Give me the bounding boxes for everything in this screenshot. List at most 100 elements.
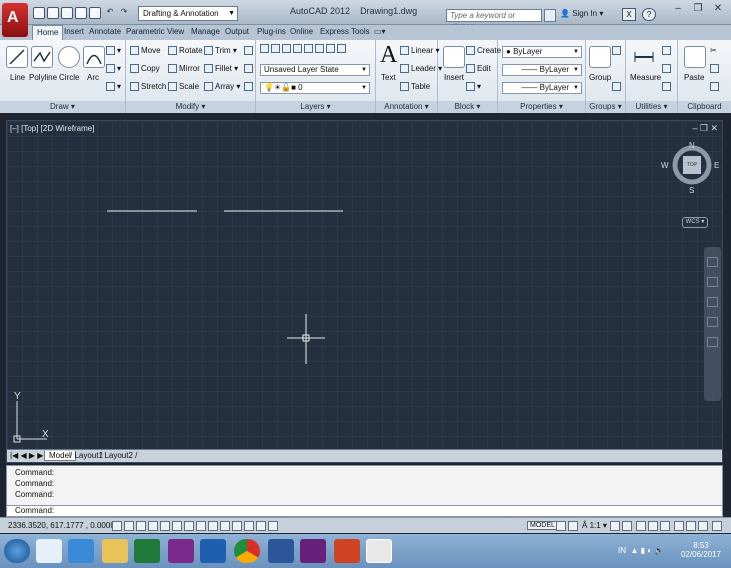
language-indicator[interactable]: IN [618, 546, 626, 555]
rectangle-icon[interactable]: ▾ [106, 46, 121, 56]
tab-manage[interactable]: Manage [191, 27, 220, 36]
line-icon[interactable] [6, 46, 28, 68]
sign-in-button[interactable]: 👤 Sign In ▾ [560, 9, 603, 18]
compass-north[interactable]: N [689, 141, 695, 150]
calculator-icon[interactable] [662, 82, 673, 92]
annotation-scale[interactable]: Å 1:1 ▾ [582, 521, 607, 530]
save-as-icon[interactable] [75, 7, 87, 19]
taskbar-clock[interactable]: 8:53 02/06/2017 [681, 541, 721, 559]
dynamic-input-icon[interactable] [220, 521, 230, 531]
block-panel-title[interactable]: Block ▾ [438, 101, 497, 113]
hardware-acceleration-icon[interactable] [660, 521, 670, 531]
dynamic-ucs-icon[interactable] [208, 521, 218, 531]
tab-output[interactable]: Output [225, 27, 249, 36]
polyline-button[interactable]: Polyline [29, 73, 57, 82]
media-player-icon[interactable] [36, 539, 62, 563]
text-icon[interactable]: A [380, 42, 397, 69]
linear-button[interactable]: Linear ▾ [400, 46, 440, 56]
draw-panel-title[interactable]: Draw ▾ [0, 101, 125, 113]
viewcube[interactable]: TOP N S E W [661, 141, 719, 195]
erase-icon[interactable] [244, 46, 255, 56]
hatch-icon[interactable]: ▾ [106, 64, 121, 74]
search-input[interactable]: Type a keyword or phrase [446, 9, 542, 31]
match-properties-icon[interactable] [710, 82, 721, 92]
arc-button[interactable]: Arc [87, 73, 99, 82]
undo-icon[interactable]: ↶ [104, 7, 116, 19]
modify-panel-title[interactable]: Modify ▾ [126, 101, 255, 113]
workspace-dropdown[interactable]: Drafting & Annotation ▼ [138, 6, 238, 21]
layer-state-dropdown[interactable]: Unsaved Layer State ▼ [260, 64, 370, 76]
layer-dropdown[interactable]: 💡☀🔓■ 0 ▼ [260, 82, 370, 94]
quick-view-layouts-icon[interactable] [556, 521, 566, 531]
command-input[interactable]: Command: [6, 505, 723, 517]
copy-clip-icon[interactable] [710, 64, 721, 74]
rotate-button[interactable]: Rotate [168, 46, 203, 56]
snap-mode-icon[interactable] [124, 521, 134, 531]
tab-view[interactable]: View [167, 27, 184, 36]
plot-icon[interactable] [89, 7, 101, 19]
auto-scale-icon[interactable] [622, 521, 632, 531]
quick-properties-icon[interactable] [256, 521, 266, 531]
group-edit-icon[interactable] [612, 82, 623, 92]
tab-home[interactable]: Home [32, 25, 64, 40]
tab-layout1[interactable]: / Layout1 [70, 451, 103, 460]
open-file-icon[interactable] [47, 7, 59, 19]
restore-icon[interactable]: ❐ [689, 3, 707, 16]
mirror-button[interactable]: Mirror [168, 64, 200, 74]
tab-plug-ins[interactable]: Plug-ins [257, 27, 286, 36]
line-button[interactable]: Line [10, 73, 25, 82]
quick-view-drawings-icon[interactable] [568, 521, 578, 531]
tab-parametric[interactable]: Parametric [126, 27, 165, 36]
group-button[interactable]: Group [589, 73, 611, 82]
file-explorer-icon[interactable] [102, 539, 128, 563]
excel-icon[interactable] [134, 539, 160, 563]
measure-icon[interactable] [633, 46, 655, 68]
chrome-icon[interactable] [234, 539, 260, 563]
table-button[interactable]: Table [400, 82, 430, 92]
edit-block-button[interactable]: Edit [466, 64, 491, 74]
object-snap-tracking-icon[interactable] [196, 521, 206, 531]
compass-west[interactable]: W [661, 161, 669, 170]
search-icon[interactable] [544, 9, 556, 22]
workspace-switching-icon[interactable] [636, 521, 646, 531]
start-button[interactable] [4, 539, 30, 563]
circle-button[interactable]: Circle [59, 73, 79, 82]
paste-icon[interactable] [684, 46, 706, 68]
save-icon[interactable] [61, 7, 73, 19]
steering-wheel-icon[interactable] [707, 257, 718, 267]
arc-icon[interactable] [83, 46, 105, 68]
ortho-mode-icon[interactable] [148, 521, 158, 531]
fillet-button[interactable]: Fillet ▾ [204, 64, 238, 74]
navigation-bar[interactable] [704, 247, 721, 401]
cut-icon[interactable]: ✂ [710, 46, 717, 55]
new-file-icon[interactable] [33, 7, 45, 19]
redo-icon[interactable]: ↷ [118, 7, 130, 19]
clipboard-panel-title[interactable]: Clipboard [678, 101, 731, 113]
measure-button[interactable]: Measure [630, 73, 661, 82]
region-icon[interactable]: ▾ [106, 82, 121, 92]
viewcube-top-face[interactable]: TOP [683, 156, 701, 174]
lock-icon[interactable] [648, 521, 658, 531]
3d-osnap-icon[interactable] [184, 521, 194, 531]
transparency-icon[interactable] [244, 521, 254, 531]
system-tray[interactable]: IN ▲ ▮ ◐ 🔈 [618, 546, 664, 555]
clean-screen-icon[interactable] [698, 521, 708, 531]
minimize-icon[interactable]: – [669, 3, 687, 16]
help-icon[interactable]: ? [642, 8, 656, 21]
powerpoint-icon[interactable] [334, 539, 360, 563]
selection-cycling-icon[interactable] [268, 521, 278, 531]
select-all-icon[interactable] [662, 64, 673, 74]
color-dropdown[interactable]: ● ByLayer ▼ [502, 46, 582, 58]
orbit-icon[interactable] [707, 317, 718, 327]
groups-panel-title[interactable]: Groups ▾ [586, 101, 625, 113]
application-menu-button[interactable]: A [2, 3, 28, 37]
fullscreen-icon[interactable] [712, 521, 722, 531]
copy-button[interactable]: Copy [130, 64, 160, 74]
showmotion-icon[interactable] [707, 337, 718, 347]
zoom-icon[interactable] [707, 297, 718, 307]
insert-block-icon[interactable] [443, 46, 465, 68]
tab-layout2[interactable]: / Layout2 / [100, 451, 137, 460]
object-snap-icon[interactable] [172, 521, 182, 531]
word-icon[interactable] [268, 539, 294, 563]
lineweight-icon[interactable] [232, 521, 242, 531]
